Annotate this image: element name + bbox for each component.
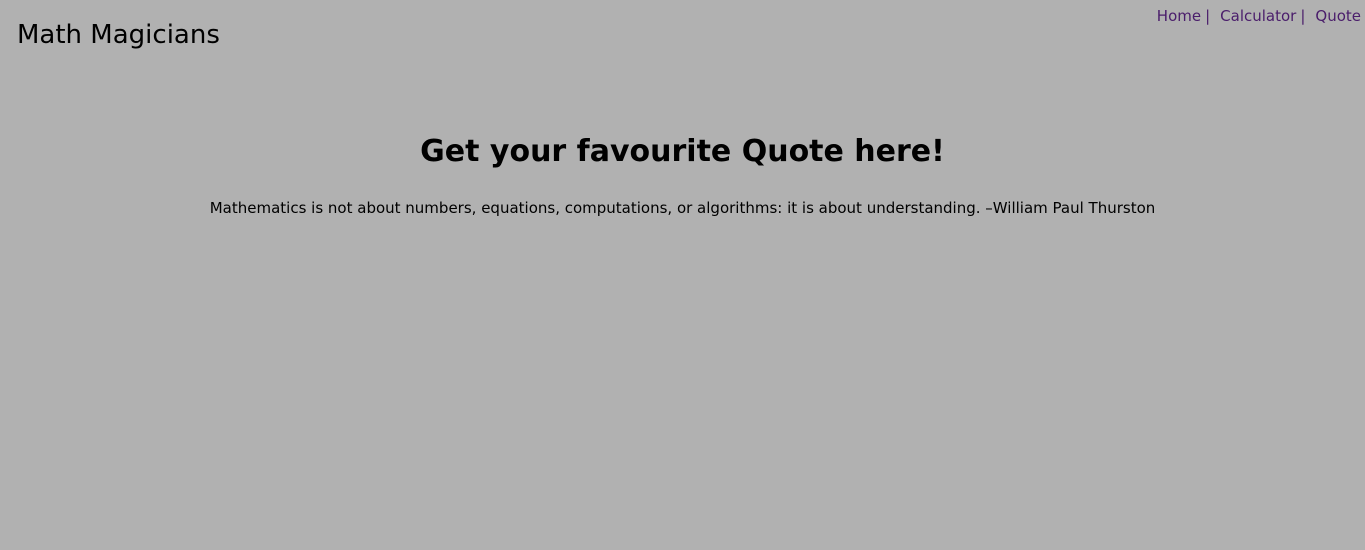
quote-text: Mathematics is not about numbers, equati… [209, 199, 1156, 217]
nav-quote-link[interactable]: Quote [1315, 5, 1361, 27]
page-heading: Get your favourite Quote here! [420, 134, 945, 169]
main-nav: Home | Calculator | Quote [1157, 5, 1361, 27]
brand-title: Math Magicians [17, 20, 220, 50]
nav-separator: | [1205, 7, 1211, 25]
nav-separator: | [1300, 7, 1306, 25]
nav-calculator-link[interactable]: Calculator [1220, 5, 1296, 27]
site-header: Math Magicians Home | Calculator | Quote [0, 0, 1365, 70]
nav-home-link[interactable]: Home [1157, 5, 1201, 27]
quote-section: Get your favourite Quote here! Mathemati… [0, 128, 1365, 218]
